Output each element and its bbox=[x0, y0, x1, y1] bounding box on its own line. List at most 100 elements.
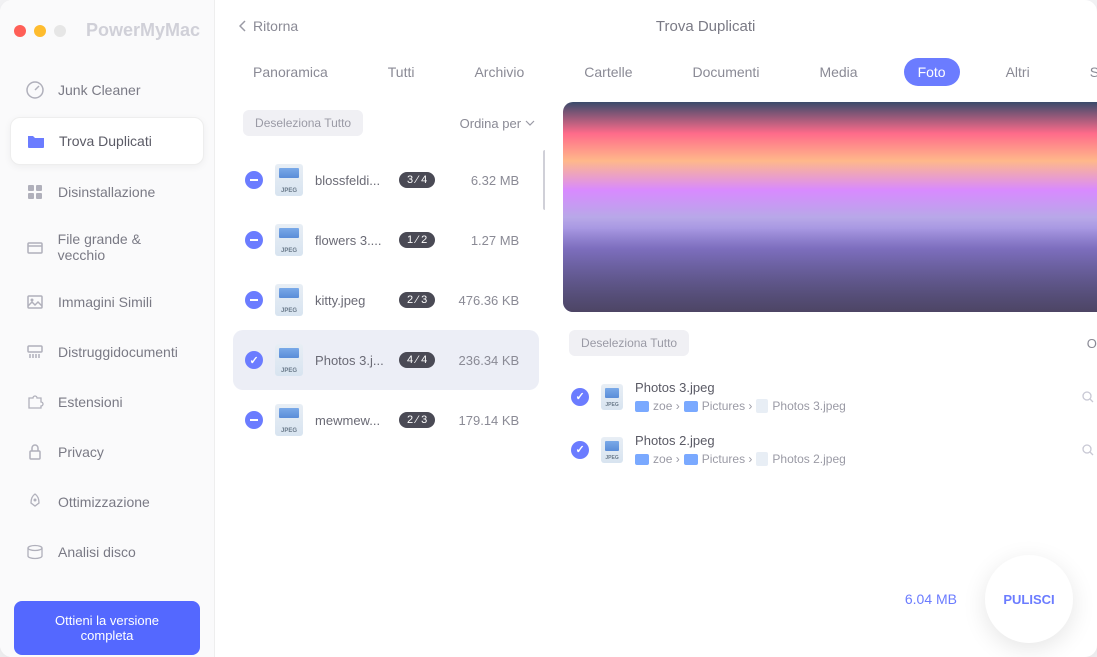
group-count-badge: 2 ⁄ 3 bbox=[399, 292, 435, 308]
tab-0[interactable]: Panoramica bbox=[239, 58, 342, 86]
detail-checkbox[interactable] bbox=[571, 388, 589, 406]
folder-icon bbox=[635, 454, 649, 465]
sidebar-item-2[interactable]: Disinstallazione bbox=[10, 169, 204, 215]
app-window: PowerMyMac Junk CleanerTrova DuplicatiDi… bbox=[0, 0, 1097, 657]
brand-label: PowerMyMac bbox=[86, 20, 200, 41]
sidebar: PowerMyMac Junk CleanerTrova DuplicatiDi… bbox=[0, 0, 215, 657]
group-row[interactable]: JPEG blossfeldi... 3 ⁄ 4 6.32 MB bbox=[233, 150, 539, 210]
group-name: mewmew... bbox=[315, 413, 387, 428]
group-checkbox[interactable] bbox=[245, 291, 263, 309]
disk-icon bbox=[24, 541, 46, 563]
maximize-window[interactable] bbox=[54, 25, 66, 37]
jpeg-file-icon: JPEG bbox=[275, 164, 303, 196]
magnifier-icon[interactable] bbox=[1081, 390, 1095, 404]
scrollbar[interactable] bbox=[543, 150, 545, 210]
sidebar-item-6[interactable]: Estensioni bbox=[10, 379, 204, 425]
sort-groups[interactable]: Ordina per bbox=[460, 116, 535, 131]
sort-label: Ordina per bbox=[1087, 336, 1097, 351]
file-icon bbox=[756, 399, 768, 413]
group-size: 476.36 KB bbox=[447, 293, 519, 308]
detail-filename: Photos 2.jpeg bbox=[635, 433, 1069, 448]
jpeg-file-icon: JPEG bbox=[601, 384, 623, 410]
detail-row[interactable]: JPEG Photos 2.jpeg zoe › Pictures › Photo… bbox=[563, 427, 1097, 472]
footer: 6.04 MB PULISCI bbox=[230, 547, 1097, 657]
detail-checkbox[interactable] bbox=[571, 441, 589, 459]
group-size: 179.14 KB bbox=[447, 413, 519, 428]
detail-filename: Photos 3.jpeg bbox=[635, 380, 1069, 395]
sidebar-item-7[interactable]: Privacy bbox=[10, 429, 204, 475]
upgrade-button[interactable]: Ottieni la versione completa bbox=[14, 601, 200, 655]
group-checkbox[interactable] bbox=[245, 411, 263, 429]
group-size: 236.34 KB bbox=[447, 353, 519, 368]
jpeg-file-icon: JPEG bbox=[275, 344, 303, 376]
main-area: Ritorna Trova Duplicati ? Panoramica Tutt… bbox=[215, 0, 1097, 657]
file-icon bbox=[756, 452, 768, 466]
group-name: blossfeldi... bbox=[315, 173, 387, 188]
tab-5[interactable]: Media bbox=[805, 58, 871, 86]
detail-row[interactable]: JPEG Photos 3.jpeg zoe › Pictures › Photo… bbox=[563, 374, 1097, 419]
sidebar-item-5[interactable]: Distruggidocumenti bbox=[10, 329, 204, 375]
jpeg-file-icon: JPEG bbox=[601, 437, 623, 463]
deselect-all-groups[interactable]: Deseleziona Tutto bbox=[243, 110, 363, 136]
minimize-window[interactable] bbox=[34, 25, 46, 37]
group-checkbox[interactable] bbox=[245, 171, 263, 189]
header: Ritorna Trova Duplicati ? bbox=[215, 0, 1097, 42]
sort-details[interactable]: Ordina per bbox=[1087, 336, 1097, 351]
tab-7[interactable]: Altri bbox=[992, 58, 1044, 86]
chevron-down-icon bbox=[525, 120, 535, 126]
sidebar-item-3[interactable]: File grande & vecchio bbox=[10, 219, 204, 275]
group-panel-header: Deseleziona Tutto Ordina per bbox=[233, 102, 545, 150]
group-name: kitty.jpeg bbox=[315, 293, 387, 308]
lock-icon bbox=[24, 441, 46, 463]
grid-icon bbox=[24, 181, 46, 203]
sidebar-item-label: Privacy bbox=[58, 444, 104, 460]
group-row[interactable]: JPEGPhotos 3.j...4 ⁄ 4236.34 KB bbox=[233, 330, 539, 390]
back-button[interactable]: Ritorna bbox=[239, 18, 298, 34]
detail-text: Photos 3.jpeg zoe › Pictures › Photos 3.… bbox=[635, 380, 1069, 413]
jpeg-file-icon: JPEG bbox=[275, 224, 303, 256]
tabs-bar: Panoramica Tutti Archivio Cartelle Documenti… bbox=[215, 42, 1097, 102]
sidebar-item-4[interactable]: Immagini Simili bbox=[10, 279, 204, 325]
jpeg-file-icon: JPEG bbox=[275, 404, 303, 436]
chevron-left-icon bbox=[239, 20, 247, 32]
detail-header: Deseleziona Tutto Ordina per bbox=[563, 326, 1097, 360]
detail-text: Photos 2.jpeg zoe › Pictures › Photos 2.… bbox=[635, 433, 1069, 466]
sidebar-item-label: File grande & vecchio bbox=[58, 231, 190, 263]
sidebar-item-9[interactable]: Analisi disco bbox=[10, 529, 204, 575]
magnifier-icon[interactable] bbox=[1081, 443, 1095, 457]
tab-8[interactable]: Selezionati bbox=[1076, 58, 1097, 86]
sidebar-item-label: Distruggidocumenti bbox=[58, 344, 178, 360]
group-row[interactable]: JPEGflowers 3....1 ⁄ 21.27 MB bbox=[233, 210, 539, 270]
shredder-icon bbox=[24, 341, 46, 363]
sidebar-item-label: Analisi disco bbox=[58, 544, 136, 560]
group-count-badge: 2 ⁄ 3 bbox=[399, 412, 435, 428]
sidebar-item-label: Estensioni bbox=[58, 394, 123, 410]
clean-button[interactable]: PULISCI bbox=[985, 555, 1073, 643]
close-window[interactable] bbox=[14, 25, 26, 37]
group-checkbox[interactable] bbox=[245, 351, 263, 369]
box-icon bbox=[24, 236, 46, 258]
tab-6[interactable]: Foto bbox=[904, 58, 960, 86]
sidebar-item-label: Ottimizzazione bbox=[58, 494, 150, 510]
tab-4[interactable]: Documenti bbox=[679, 58, 774, 86]
sidebar-item-8[interactable]: Ottimizzazione bbox=[10, 479, 204, 525]
group-count-badge: 4 ⁄ 4 bbox=[399, 352, 435, 368]
group-count-badge: 3 ⁄ 4 bbox=[399, 172, 435, 188]
sidebar-item-label: Junk Cleaner bbox=[58, 82, 141, 98]
gauge-icon bbox=[24, 79, 46, 101]
tab-3[interactable]: Cartelle bbox=[570, 58, 646, 86]
group-checkbox[interactable] bbox=[245, 231, 263, 249]
group-row[interactable]: JPEG mewmew... 2 ⁄ 3 179.14 KB bbox=[233, 390, 539, 450]
folder-icon bbox=[684, 454, 698, 465]
group-size: 6.32 MB bbox=[447, 173, 519, 188]
group-row[interactable]: JPEGkitty.jpeg2 ⁄ 3476.36 KB bbox=[233, 270, 539, 330]
sort-label: Ordina per bbox=[460, 116, 521, 131]
image-icon bbox=[24, 291, 46, 313]
deselect-all-details[interactable]: Deseleziona Tutto bbox=[569, 330, 689, 356]
page-title: Trova Duplicati bbox=[656, 18, 755, 35]
group-name: flowers 3.... bbox=[315, 233, 387, 248]
tab-1[interactable]: Tutti bbox=[374, 58, 429, 86]
tab-2[interactable]: Archivio bbox=[460, 58, 538, 86]
sidebar-item-0[interactable]: Junk Cleaner bbox=[10, 67, 204, 113]
sidebar-item-1[interactable]: Trova Duplicati bbox=[10, 117, 204, 165]
